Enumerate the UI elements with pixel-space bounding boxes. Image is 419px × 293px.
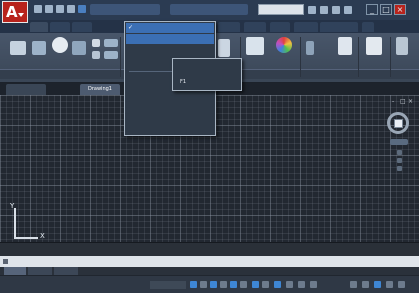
panel-divider [120, 37, 121, 77]
panel-divider [390, 37, 391, 77]
ribbon-tab[interactable] [320, 22, 358, 32]
mirror-tool-icon[interactable] [104, 51, 118, 59]
app-menu-button[interactable]: A [2, 1, 28, 23]
grid-icon[interactable] [190, 281, 197, 288]
layout-tabs [0, 267, 419, 275]
viewport-controls-label[interactable] [3, 97, 73, 105]
coordinates-readout[interactable] [150, 281, 186, 289]
customize-icon[interactable] [398, 281, 405, 288]
rotate-tool-icon[interactable] [104, 39, 118, 47]
submenu-item-help[interactable]: F1 [174, 77, 240, 87]
isolate-icon[interactable] [362, 281, 369, 288]
command-input[interactable] [0, 256, 419, 267]
ribbon-tab[interactable] [244, 22, 266, 32]
autocad-logo-icon: A [6, 3, 18, 21]
submenu-item[interactable] [174, 63, 240, 73]
checkmark-icon: ✓ [128, 24, 134, 31]
layout-tab-2[interactable] [54, 267, 78, 275]
viewcube-face[interactable] [394, 119, 403, 128]
ribbon-tab[interactable] [72, 22, 92, 32]
chevron-down-icon [18, 13, 24, 17]
otrack-icon[interactable] [240, 281, 247, 288]
wcs-menu[interactable] [390, 139, 408, 145]
doc-tab-start[interactable] [6, 84, 46, 95]
line-tool-icon[interactable] [10, 41, 26, 55]
workspace-menu-item[interactable] [126, 34, 214, 44]
help-icon[interactable] [344, 6, 352, 14]
status-bar [0, 275, 419, 293]
clean-screen-icon[interactable] [386, 281, 393, 288]
title-segment [170, 4, 248, 15]
layer-tool-icon[interactable] [246, 37, 264, 55]
autoscale-icon[interactable] [310, 281, 317, 288]
snap-icon[interactable] [200, 281, 207, 288]
ribbon-tab[interactable] [362, 22, 374, 32]
viewport-close-icon[interactable]: × [408, 99, 414, 105]
group-tool-icon[interactable] [306, 41, 314, 55]
ucs-y-axis [14, 208, 16, 239]
title-bar: A _ □ × [0, 0, 419, 23]
user-icon[interactable] [320, 6, 328, 14]
workspace-switch-icon[interactable] [350, 281, 357, 288]
panel-divider [300, 37, 301, 77]
lineweight-icon[interactable] [252, 281, 259, 288]
layout-tab-model[interactable] [4, 267, 26, 275]
layout-tab-1[interactable] [28, 267, 52, 275]
measure-tool-icon[interactable] [338, 37, 352, 55]
circle-tool-icon[interactable] [52, 37, 68, 53]
doc-tab-drawing1[interactable]: Drawing1 [80, 84, 120, 95]
annotation-scale-icon[interactable] [298, 281, 305, 288]
ucs-y-label: Y [10, 202, 15, 210]
restore-button[interactable]: □ [380, 4, 392, 15]
viewport-maximize-icon[interactable]: □ [400, 99, 406, 105]
view-tool-icon[interactable] [396, 37, 408, 55]
save-icon[interactable] [56, 5, 64, 13]
workspace-menu-item[interactable] [126, 46, 214, 56]
window-title [90, 3, 250, 16]
ribbon-tab[interactable] [294, 22, 318, 32]
minimize-button[interactable]: _ [366, 4, 378, 15]
title-segment [90, 4, 160, 15]
arc-tool-icon[interactable] [72, 41, 86, 55]
ortho-icon[interactable] [210, 281, 217, 288]
annotation-visibility-icon[interactable] [286, 281, 293, 288]
viewport-minimize-icon[interactable]: - [392, 99, 398, 105]
viewcube-icon[interactable] [387, 112, 409, 134]
osnap-icon[interactable] [230, 281, 237, 288]
workspace-menu-item[interactable]: ✓ [126, 23, 214, 33]
move-tool-icon[interactable] [92, 39, 100, 47]
open-file-icon[interactable] [45, 5, 53, 13]
copy-tool-icon[interactable] [92, 51, 100, 59]
cart-icon[interactable] [332, 6, 340, 14]
close-button[interactable]: × [394, 4, 406, 15]
selection-cycling-icon[interactable] [274, 281, 281, 288]
clipboard-tool-icon[interactable] [366, 37, 382, 55]
search-input[interactable] [258, 4, 304, 15]
orbit-icon[interactable] [397, 166, 402, 171]
command-icon[interactable] [3, 259, 8, 264]
polar-icon[interactable] [220, 281, 227, 288]
command-history [0, 242, 419, 256]
workspace-menu-item[interactable] [126, 98, 214, 108]
undo-icon[interactable] [67, 5, 75, 13]
new-file-icon[interactable] [34, 5, 42, 13]
transparency-icon[interactable] [262, 281, 269, 288]
workspace-submenu: F1 [172, 58, 242, 91]
color-wheel-icon[interactable] [276, 37, 292, 53]
ribbon-tab[interactable] [50, 22, 70, 32]
zoom-icon[interactable] [397, 158, 402, 163]
annotation-tool-icon[interactable] [218, 39, 230, 57]
ribbon-tab[interactable] [218, 22, 240, 32]
ucs-x-label: X [40, 232, 45, 240]
command-input-placeholder [11, 256, 51, 267]
panel-divider [358, 37, 359, 77]
workspace-gear-icon[interactable] [78, 5, 86, 13]
search-icon[interactable] [308, 6, 316, 14]
ribbon-tab[interactable] [30, 22, 48, 32]
ucs-x-axis [14, 237, 38, 239]
pan-icon[interactable] [397, 150, 402, 155]
ribbon-tab[interactable] [270, 22, 290, 32]
hardware-accel-icon[interactable] [374, 281, 381, 288]
polyline-tool-icon[interactable] [32, 41, 46, 55]
